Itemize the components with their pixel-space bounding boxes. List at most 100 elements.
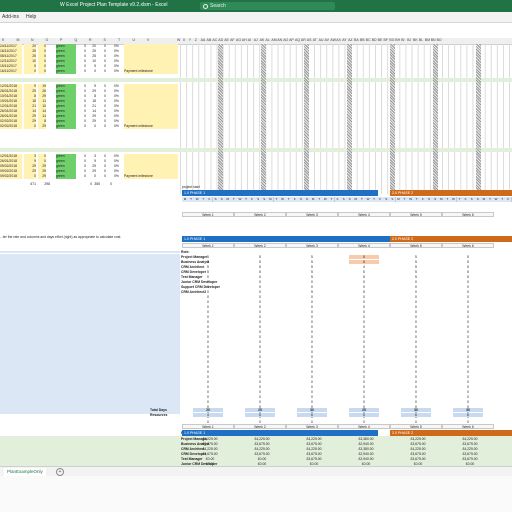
empty-days-cell[interactable]: 0 (453, 320, 483, 324)
column-header-k[interactable]: K (2, 38, 4, 42)
empty-days-cell[interactable]: 0 (401, 330, 431, 334)
empty-days-cell[interactable]: 0 (349, 330, 379, 334)
empty-days-cell[interactable]: 0 (193, 340, 223, 344)
empty-days-cell[interactable]: 0 (193, 320, 223, 324)
cost-cell[interactable]: £3,380.00 (349, 447, 383, 451)
empty-days-cell[interactable]: 0 (193, 380, 223, 384)
empty-days-cell[interactable]: 0 (349, 380, 379, 384)
empty-days-cell[interactable]: 0 (453, 295, 483, 299)
empty-days-cell[interactable]: 0 (401, 360, 431, 364)
empty-days-cell[interactable]: 0 (349, 300, 379, 304)
empty-days-cell[interactable]: 0 (297, 310, 327, 314)
role-days-cell[interactable]: 0 (297, 285, 327, 289)
empty-days-cell[interactable]: 0 (453, 310, 483, 314)
column-header-ay[interactable]: AY (342, 38, 346, 42)
cost-cell[interactable]: £3,675.00 (453, 457, 487, 461)
role-days-cell[interactable]: 5 (297, 255, 327, 259)
column-header-au[interactable]: AU (319, 38, 324, 42)
role-days-cell[interactable]: 0 (193, 280, 223, 284)
empty-days-cell[interactable]: 0 (453, 365, 483, 369)
column-header-bo[interactable]: BO (437, 38, 442, 42)
role-days-cell[interactable]: 5 (349, 270, 379, 274)
empty-days-cell[interactable]: 0 (297, 365, 327, 369)
empty-days-cell[interactable]: 0 (349, 315, 379, 319)
column-header-bm[interactable]: BM (425, 38, 430, 42)
column-header-ax[interactable]: AX (336, 38, 341, 42)
column-header-ba[interactable]: BA (354, 38, 359, 42)
column-header-bc[interactable]: BC (366, 38, 371, 42)
empty-days-cell[interactable]: 0 (193, 350, 223, 354)
empty-days-cell[interactable]: 0 (401, 390, 431, 394)
spreadsheet-grid[interactable]: 24/11/2017 20 0 green 0 20 0 0% 16/11/2017 25 0 gre… (0, 44, 512, 466)
empty-days-cell[interactable]: 0 (349, 390, 379, 394)
empty-days-cell[interactable]: 0 (401, 315, 431, 319)
empty-days-cell[interactable]: 0 (401, 375, 431, 379)
empty-days-cell[interactable]: 0 (193, 390, 223, 394)
cost-cell[interactable]: £3,675.00 (297, 457, 331, 461)
cost-cell[interactable]: £0.00 (193, 457, 227, 461)
empty-days-cell[interactable]: 0 (245, 300, 275, 304)
empty-days-cell[interactable]: 0 (401, 395, 431, 399)
column-header-ap[interactable]: AP (289, 38, 294, 42)
empty-days-cell[interactable]: 0 (297, 320, 327, 324)
column-header-bk[interactable]: BK (413, 38, 418, 42)
cost-cell[interactable]: £4,225.00 (245, 437, 279, 441)
role-days-cell[interactable]: 5 (245, 260, 275, 264)
role-days-cell[interactable]: 5 (349, 255, 379, 259)
empty-days-cell[interactable]: 0 (245, 380, 275, 384)
column-header-r[interactable]: R (89, 38, 92, 42)
role-days-cell[interactable]: 5 (401, 265, 431, 269)
cost-cell[interactable]: £3,675.00 (401, 457, 435, 461)
empty-days-cell[interactable]: 0 (453, 350, 483, 354)
cost-cell[interactable]: £4,225.00 (453, 447, 487, 451)
role-days-cell[interactable]: 5 (401, 255, 431, 259)
empty-days-cell[interactable]: 0 (297, 315, 327, 319)
empty-days-cell[interactable]: 0 (453, 385, 483, 389)
empty-days-cell[interactable]: 0 (453, 355, 483, 359)
role-days-cell[interactable]: 0 (453, 280, 483, 284)
role-days-cell[interactable]: 0 (401, 290, 431, 294)
empty-days-cell[interactable]: 0 (297, 360, 327, 364)
column-header-be[interactable]: BE (378, 38, 383, 42)
column-header-ai[interactable]: AI (248, 38, 251, 42)
empty-days-cell[interactable]: 0 (245, 330, 275, 334)
role-days-cell[interactable]: 0 (245, 290, 275, 294)
column-header-w[interactable]: W (177, 38, 180, 42)
cost-cell[interactable]: £3,675.00 (453, 442, 487, 446)
empty-days-cell[interactable]: 0 (193, 300, 223, 304)
empty-days-cell[interactable]: 0 (193, 375, 223, 379)
empty-days-cell[interactable]: 0 (245, 315, 275, 319)
empty-days-cell[interactable]: 0 (349, 365, 379, 369)
menu-item-help[interactable]: Help (26, 14, 36, 20)
column-header-x[interactable]: X (183, 38, 185, 42)
role-days-cell[interactable]: 5 (245, 255, 275, 259)
column-header-bn[interactable]: BN (431, 38, 436, 42)
role-days-cell[interactable]: 0 (401, 280, 431, 284)
column-header-p[interactable]: P (60, 38, 62, 42)
empty-days-cell[interactable]: 0 (401, 295, 431, 299)
empty-days-cell[interactable]: 0 (245, 310, 275, 314)
add-sheet-icon[interactable]: + (56, 468, 64, 476)
empty-days-cell[interactable]: 0 (349, 305, 379, 309)
role-days-cell[interactable]: 0 (245, 280, 275, 284)
empty-days-cell[interactable]: 0 (193, 315, 223, 319)
empty-days-cell[interactable]: 0 (453, 325, 483, 329)
column-header-bj[interactable]: BJ (407, 38, 411, 42)
empty-days-cell[interactable]: 0 (401, 300, 431, 304)
empty-days-cell[interactable]: 0 (245, 355, 275, 359)
role-days-cell[interactable]: 0 (245, 275, 275, 279)
column-header-af[interactable]: AF (230, 38, 234, 42)
empty-days-cell[interactable]: 0 (193, 400, 223, 404)
empty-days-cell[interactable]: 0 (193, 295, 223, 299)
empty-days-cell[interactable]: 0 (193, 310, 223, 314)
empty-days-cell[interactable]: 0 (401, 325, 431, 329)
empty-days-cell[interactable]: 0 (245, 385, 275, 389)
column-header-bb[interactable]: BB (360, 38, 365, 42)
column-header-t[interactable]: T (118, 38, 120, 42)
column-header-bi[interactable]: BI (401, 38, 404, 42)
empty-days-cell[interactable]: 0 (401, 305, 431, 309)
cost-cell[interactable]: £2,940.00 (349, 457, 383, 461)
empty-days-cell[interactable]: 0 (401, 350, 431, 354)
cost-cell[interactable]: £3,675.00 (401, 442, 435, 446)
role-days-cell[interactable]: 5 (349, 260, 379, 264)
